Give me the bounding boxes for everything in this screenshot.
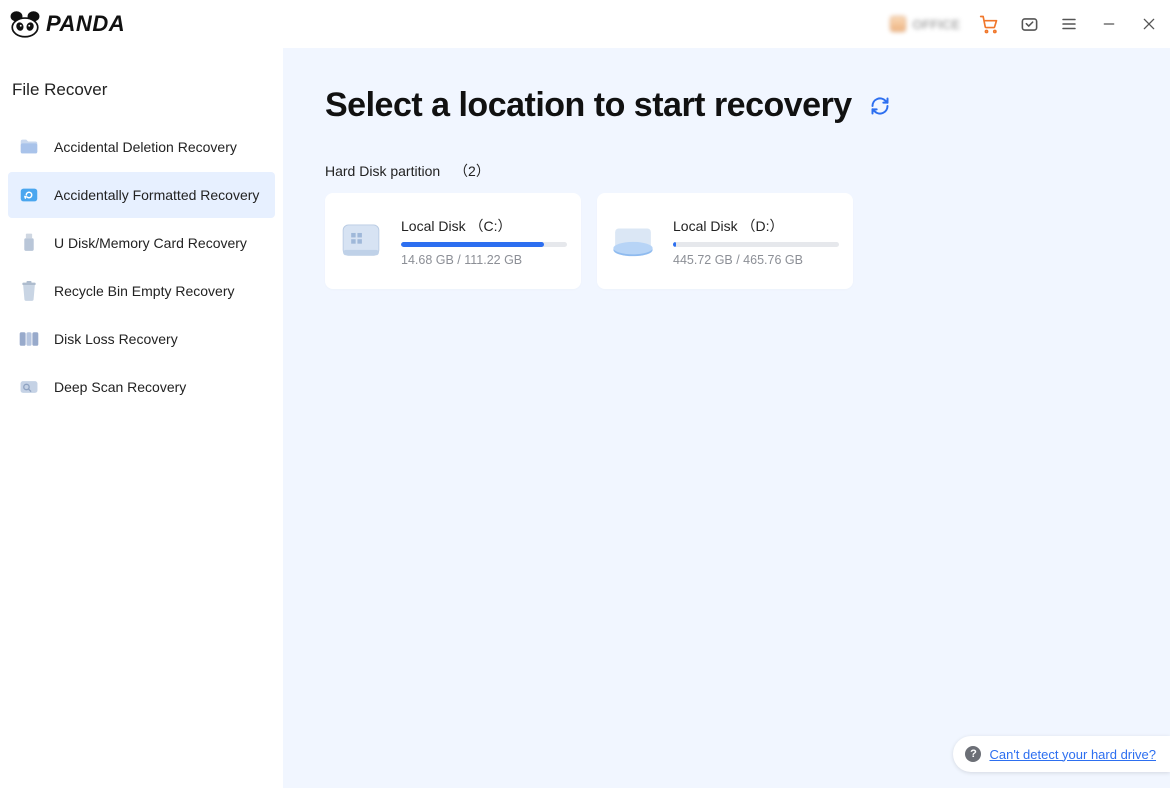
sidebar-item-disk-loss[interactable]: Disk Loss Recovery: [8, 316, 275, 362]
nav-list: Accidental Deletion Recovery Accidentall…: [0, 124, 283, 410]
app-logo: PANDA: [8, 10, 125, 38]
page-title: Select a location to start recovery: [325, 86, 852, 125]
disk-card-c[interactable]: Local Disk （C:） 14.68 GB / 111.22 GB: [325, 193, 581, 289]
brand-name: PANDA: [46, 11, 125, 37]
avatar-icon: [890, 16, 906, 32]
disk-usage-fill: [673, 242, 676, 247]
sidebar-item-label: Disk Loss Recovery: [54, 331, 178, 347]
section-label-text: Hard Disk partition: [325, 163, 440, 179]
disk-usage-bar: [401, 242, 567, 247]
sidebar-item-label: Accidental Deletion Recovery: [54, 139, 237, 155]
disk-card-d[interactable]: Local Disk （D:） 445.72 GB / 465.76 GB: [597, 193, 853, 289]
sidebar-title: File Recover: [0, 80, 283, 124]
sidebar: File Recover Accidental Deletion Recover…: [0, 48, 283, 788]
sidebar-item-recycle-bin[interactable]: Recycle Bin Empty Recovery: [8, 268, 275, 314]
disk-refresh-icon: [18, 184, 40, 206]
close-icon[interactable]: [1138, 13, 1160, 35]
disk-size-text: 445.72 GB / 465.76 GB: [673, 253, 839, 267]
section-count: （2）: [454, 163, 490, 179]
deep-scan-icon: [18, 376, 40, 398]
sidebar-item-label: U Disk/Memory Card Recovery: [54, 235, 247, 251]
help-link[interactable]: Can't detect your hard drive?: [989, 747, 1156, 762]
sidebar-item-label: Accidentally Formatted Recovery: [54, 187, 259, 203]
help-pill[interactable]: ? Can't detect your hard drive?: [953, 736, 1170, 772]
user-chip[interactable]: OFFICE: [890, 16, 960, 32]
system-disk-icon: [335, 215, 387, 267]
folder-icon: [18, 136, 40, 158]
disk-usage-bar: [673, 242, 839, 247]
refresh-button[interactable]: [866, 92, 894, 120]
question-icon: ?: [965, 746, 981, 762]
sidebar-item-deep-scan[interactable]: Deep Scan Recovery: [8, 364, 275, 410]
partition-icon: [18, 328, 40, 350]
disk-name: Local Disk （D:）: [673, 216, 839, 236]
sidebar-item-formatted[interactable]: Accidentally Formatted Recovery: [8, 172, 275, 218]
minimize-icon[interactable]: [1098, 13, 1120, 35]
sidebar-item-accidental-deletion[interactable]: Accidental Deletion Recovery: [8, 124, 275, 170]
main-panel: Select a location to start recovery Hard…: [283, 48, 1170, 788]
titlebar: PANDA OFFICE: [0, 0, 1170, 48]
disk-card-list: Local Disk （C:） 14.68 GB / 111.22 GB: [283, 193, 1170, 289]
sidebar-item-label: Deep Scan Recovery: [54, 379, 186, 395]
sidebar-item-usb[interactable]: U Disk/Memory Card Recovery: [8, 220, 275, 266]
panda-icon: [8, 10, 42, 38]
disk-usage-fill: [401, 242, 544, 247]
section-label: Hard Disk partition （2）: [283, 125, 1170, 193]
menu-icon[interactable]: [1058, 13, 1080, 35]
data-disk-icon: [607, 215, 659, 267]
sidebar-item-label: Recycle Bin Empty Recovery: [54, 283, 235, 299]
tv-icon[interactable]: [1018, 13, 1040, 35]
cart-icon[interactable]: [978, 13, 1000, 35]
user-label: OFFICE: [912, 17, 960, 32]
recycle-bin-icon: [18, 280, 40, 302]
usb-icon: [18, 232, 40, 254]
disk-size-text: 14.68 GB / 111.22 GB: [401, 253, 567, 267]
disk-name: Local Disk （C:）: [401, 216, 567, 236]
